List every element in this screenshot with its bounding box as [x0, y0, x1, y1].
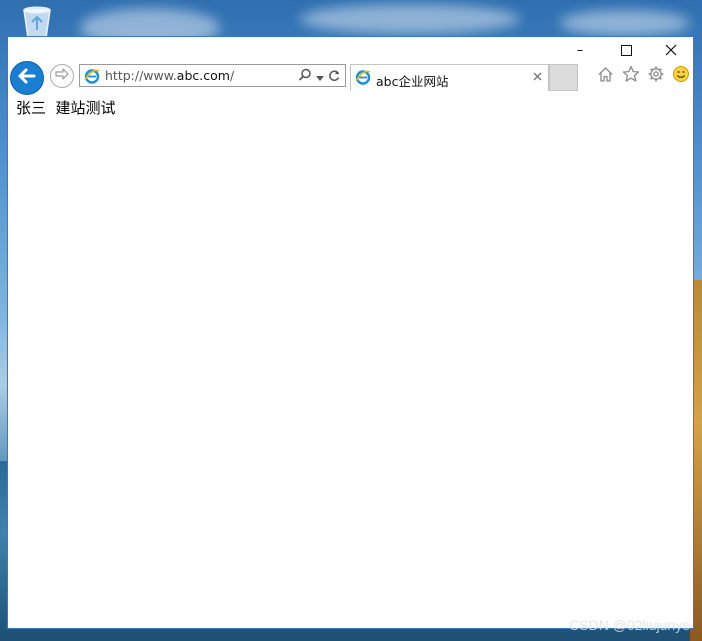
close-button[interactable] [648, 37, 694, 63]
minimize-icon: – [576, 42, 584, 58]
ie-logo-icon [355, 69, 371, 85]
close-icon [665, 41, 677, 60]
search-icon[interactable] [298, 67, 312, 86]
forward-arrow-icon [54, 66, 70, 86]
ie-logo-icon [84, 68, 100, 84]
maximize-button[interactable] [603, 37, 649, 63]
back-arrow-icon [16, 65, 38, 91]
forward-button[interactable] [50, 64, 74, 88]
home-icon[interactable] [596, 64, 615, 84]
watermark-text: CSDN @02liujunye [569, 617, 690, 633]
maximize-icon [620, 41, 632, 60]
settings-gear-icon[interactable] [646, 64, 665, 84]
browser-window: – http://www.abc.com/ abc企业网站 张三 建站测试 [7, 36, 694, 629]
title-bar: – [8, 37, 693, 63]
page-content: 张三 建站测试 [8, 95, 693, 628]
page-body-text: 张三 建站测试 [16, 99, 116, 117]
navigation-bar: http://www.abc.com/ abc企业网站 [8, 61, 693, 95]
desktop-cloud [300, 4, 520, 34]
address-bar[interactable]: http://www.abc.com/ [79, 64, 346, 87]
dropdown-arrow-icon[interactable] [316, 67, 324, 86]
feedback-smiley-icon[interactable] [671, 64, 690, 84]
back-button[interactable] [10, 61, 44, 95]
address-tools [298, 67, 341, 85]
command-icons [596, 64, 690, 84]
desktop-cloud [560, 10, 690, 36]
new-tab-button[interactable] [549, 64, 578, 91]
tab-active[interactable]: abc企业网站 [350, 64, 549, 91]
favorites-star-icon[interactable] [621, 64, 640, 84]
tab-title: abc企业网站 [376, 74, 449, 89]
address-url: http://www.abc.com/ [105, 68, 235, 83]
recycle-bin-icon[interactable] [18, 4, 56, 40]
minimize-button[interactable]: – [557, 37, 603, 63]
tab-close-icon[interactable] [530, 69, 544, 83]
refresh-icon[interactable] [328, 67, 341, 86]
